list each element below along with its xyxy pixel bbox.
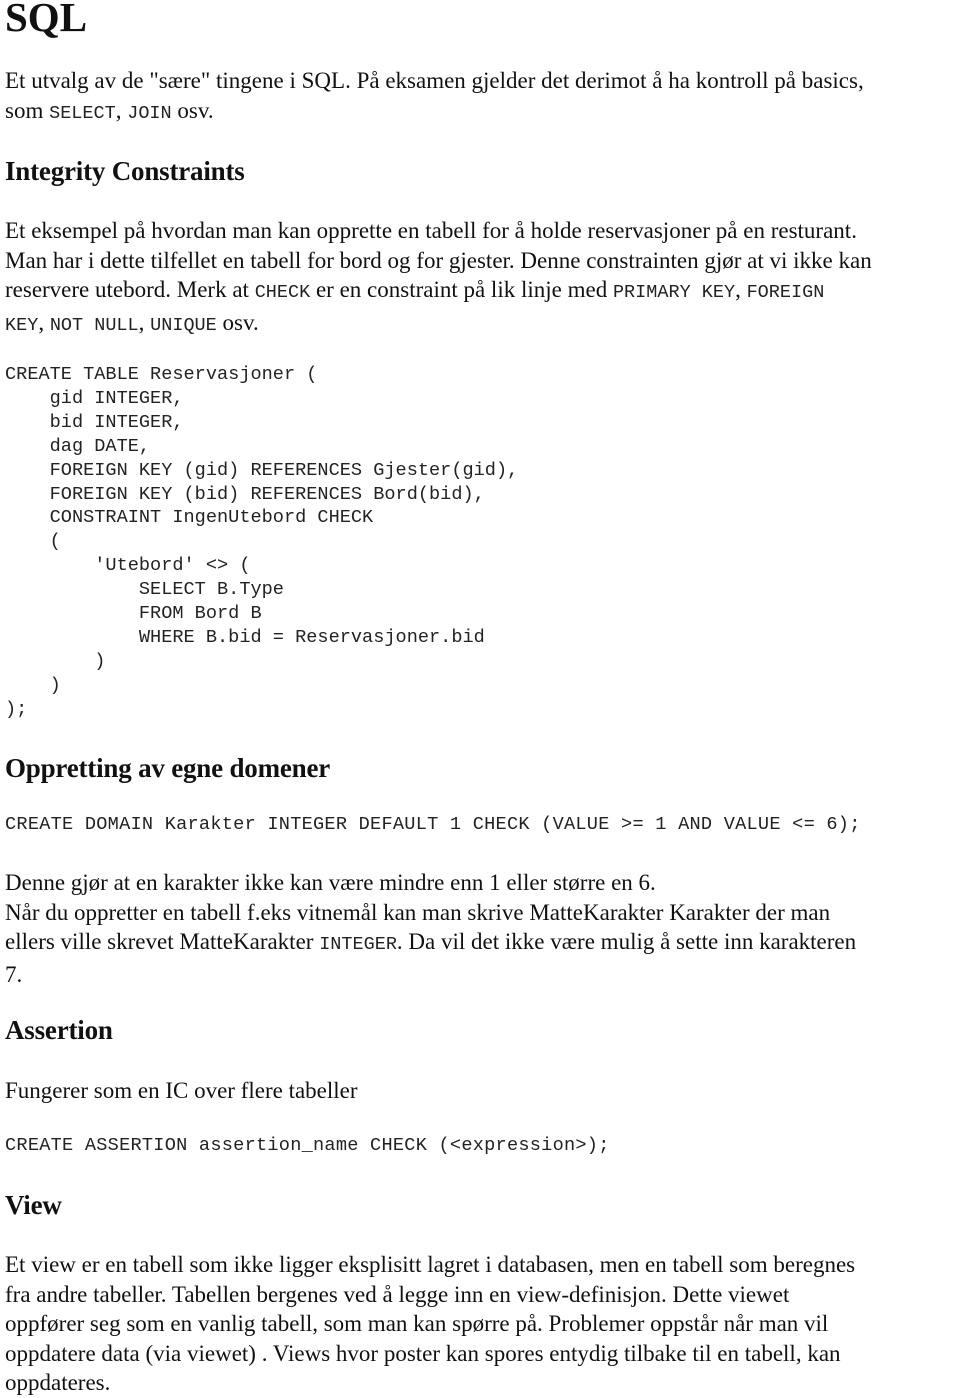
section-heading-assertion: Assertion (5, 1015, 113, 1045)
domains-line-2: Når du oppretter en tabell f.eks vitnemå… (5, 899, 831, 925)
view-line: oppdatere data (via viewet) . Views hvor… (5, 1340, 841, 1366)
view-line: oppfører seg som en vanlig tabell, som m… (5, 1311, 829, 1336)
inline-code-foreign: FOREIGN (746, 282, 825, 303)
domains-paragraph: Denne gjør at en karakter ikke kan være … (5, 868, 960, 989)
integrity-text: osv. (216, 309, 259, 335)
section-heading-view: View (5, 1190, 62, 1220)
inline-code-primary-key: PRIMARY KEY (612, 282, 736, 303)
separator: , (138, 309, 151, 335)
separator: , (735, 277, 747, 302)
domains-text: ellers ville skrevet MatteKarakter (5, 929, 320, 954)
separator: , (115, 97, 128, 123)
inline-code-join: JOIN (127, 102, 172, 124)
inline-code-check: CHECK (254, 282, 311, 303)
integrity-text: reservere utebord. Merk at (5, 277, 255, 302)
intro-line-1: Et utvalg av de "sære" tingene i SQL. På… (5, 68, 864, 93)
intro-text: som (5, 97, 50, 123)
section-heading-domains: Oppretting av egne domener (5, 753, 331, 783)
page-title: SQL (5, 0, 88, 40)
code-block-create-domain: CREATE DOMAIN Karakter INTEGER DEFAULT 1… (5, 814, 861, 835)
intro-line-2: som SELECT, JOIN osv. (5, 96, 960, 129)
view-line: Et view er en tabell som ikke ligger eks… (5, 1252, 856, 1277)
domains-line-4: 7. (5, 961, 23, 987)
inline-code-key: KEY (5, 314, 39, 336)
domains-line-1: Denne gjør at en karakter ikke kan være … (5, 870, 656, 895)
inline-code-unique: UNIQUE (150, 314, 217, 336)
integrity-line-1: Et eksempel på hvordan man kan opprette … (5, 218, 857, 243)
code-block-create-assertion: CREATE ASSERTION assertion_name CHECK (<… (5, 1135, 610, 1156)
code-block-create-table: CREATE TABLE Reservasjoner ( gid INTEGER… (5, 364, 519, 720)
intro-text: osv. (171, 97, 214, 123)
integrity-line-3: reservere utebord. Merk at CHECK er en c… (5, 275, 960, 308)
integrity-text: er en constraint på lik linje med (310, 277, 613, 302)
integrity-paragraph: Et eksempel på hvordan man kan opprette … (5, 216, 960, 340)
section-heading-integrity-constraints: Integrity Constraints (5, 156, 245, 186)
intro-paragraph: Et utvalg av de "sære" tingene i SQL. På… (5, 66, 960, 128)
assertion-text: Fungerer som en IC over flere tabeller (5, 1078, 358, 1103)
integrity-line-2: Man har i dette tilfellet en tabell for … (5, 247, 872, 273)
view-line: oppdateres. (5, 1370, 111, 1395)
inline-code-select: SELECT (49, 102, 116, 124)
domains-line-3: ellers ville skrevet MatteKarakter INTEG… (5, 927, 960, 960)
view-line: fra andre tabeller. Tabellen bergenes ve… (5, 1281, 790, 1307)
view-paragraph: Et view er en tabell som ikke ligger eks… (5, 1250, 960, 1398)
domains-text: . Da vil det ikke være mulig å sette inn… (396, 929, 857, 954)
assertion-paragraph: Fungerer som en IC over flere tabeller (5, 1076, 960, 1106)
inline-code-integer: INTEGER (319, 934, 397, 955)
separator: , (38, 309, 50, 335)
inline-code-not-null: NOT NULL (49, 314, 139, 336)
integrity-line-4: KEY, NOT NULL, UNIQUE osv. (5, 308, 960, 341)
